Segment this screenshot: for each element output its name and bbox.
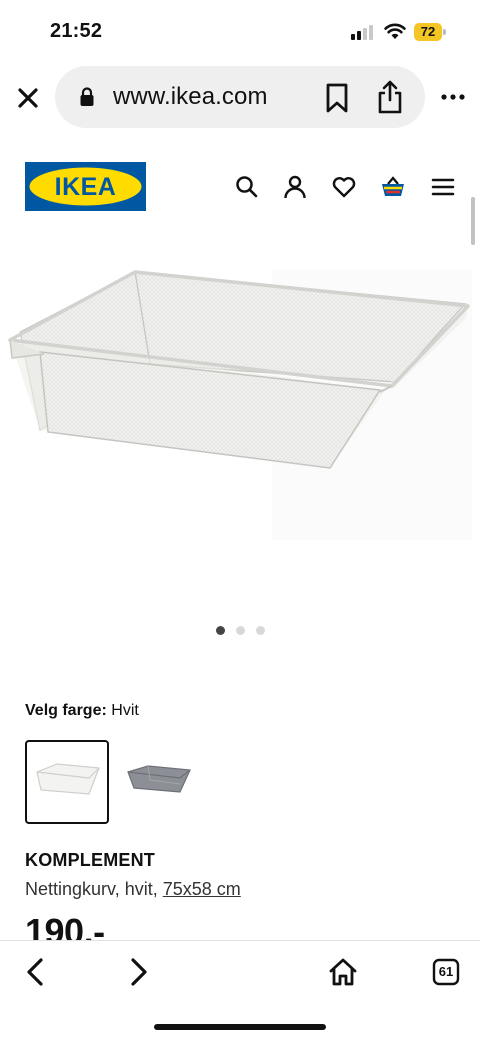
url-text: www.ikea.com [113, 83, 268, 110]
basket-icon[interactable] [380, 174, 406, 200]
product-price: 190,- [25, 912, 105, 940]
search-icon[interactable] [234, 174, 260, 200]
color-swatch-grey[interactable] [122, 740, 206, 824]
menu-icon[interactable] [430, 174, 456, 200]
product-description-text: Nettingkurv, hvit, [25, 879, 158, 899]
back-icon[interactable] [20, 956, 52, 988]
share-icon[interactable] [375, 79, 405, 115]
home-indicator[interactable] [154, 1024, 326, 1030]
tabs-count: 61 [438, 964, 454, 979]
color-swatch-white[interactable] [25, 740, 109, 824]
home-icon[interactable] [327, 956, 359, 988]
close-icon[interactable] [14, 84, 42, 112]
status-bar: 21:52 72 [0, 0, 480, 62]
battery-level: 72 [414, 23, 442, 41]
status-time: 21:52 [50, 20, 103, 42]
logo-text: IKEA [55, 173, 117, 201]
white-basket-thumb [36, 763, 100, 795]
more-icon[interactable] [440, 86, 466, 108]
address-bar[interactable]: www.ikea.com [55, 66, 425, 128]
battery-icon: 72 [414, 23, 446, 41]
carousel-dot-3[interactable] [256, 626, 265, 635]
carousel-dots[interactable] [216, 626, 268, 636]
bookmark-icon[interactable] [323, 82, 351, 114]
profile-icon[interactable] [282, 174, 308, 200]
wifi-icon [384, 23, 406, 39]
color-value: Hvit [111, 702, 139, 719]
scrollbar[interactable] [471, 197, 475, 245]
forward-icon[interactable] [122, 956, 154, 988]
signal-icon [351, 24, 377, 40]
browser-toolbar: 61 [0, 940, 480, 1040]
ikea-logo[interactable]: IKEA [25, 162, 146, 211]
tabs-icon[interactable]: 61 [430, 956, 462, 988]
carousel-dot-2[interactable] [236, 626, 245, 635]
product-name: KOMPLEMENT [25, 850, 155, 870]
heart-icon[interactable] [331, 174, 357, 200]
color-label: Velg farge: [25, 702, 107, 719]
color-selector-label: Velg farge: Hvit [25, 702, 139, 720]
carousel-dot-1[interactable] [216, 626, 225, 635]
lock-icon [80, 87, 94, 106]
product-size-link[interactable]: 75x58 cm [163, 879, 241, 899]
product-image[interactable] [0, 262, 480, 542]
product-description: Nettingkurv, hvit, 75x58 cm [25, 879, 241, 900]
grey-basket-thumb [127, 765, 191, 793]
